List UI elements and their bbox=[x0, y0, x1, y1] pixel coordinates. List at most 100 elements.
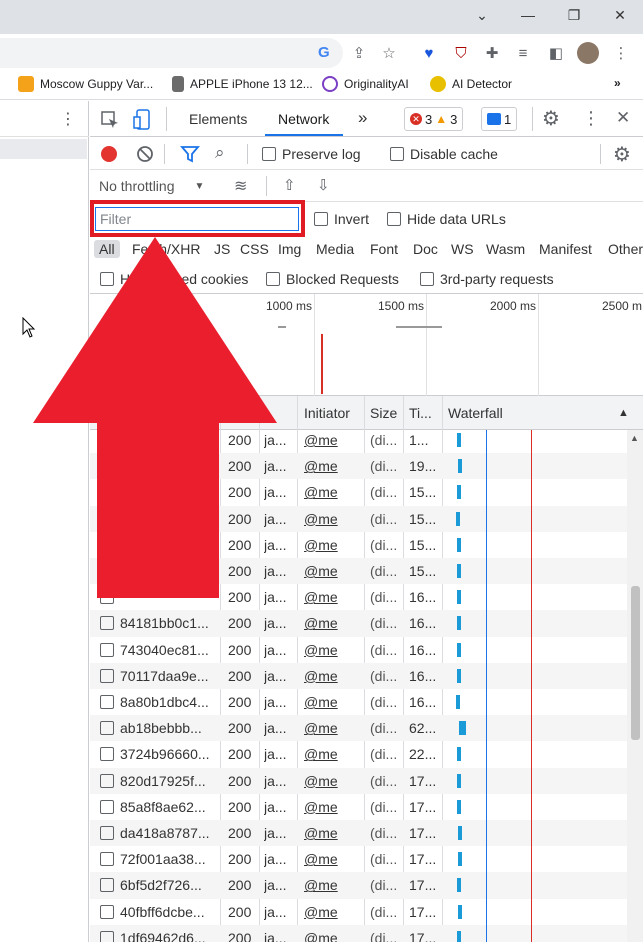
bookmark-item[interactable]: AI Detector bbox=[430, 76, 512, 92]
inspect-element-icon[interactable] bbox=[100, 110, 120, 130]
request-checkbox[interactable] bbox=[100, 773, 114, 788]
request-checkbox[interactable] bbox=[100, 826, 114, 840]
table-row[interactable]: 6bf5d2f726... 200 ja... @me (di... 17... bbox=[90, 872, 630, 899]
column-time[interactable]: Ti... bbox=[409, 405, 432, 421]
request-initiator[interactable]: @me bbox=[304, 458, 338, 474]
record-icon[interactable] bbox=[101, 146, 117, 162]
request-initiator[interactable]: @me bbox=[304, 511, 338, 527]
filter-funnel-icon[interactable] bbox=[180, 145, 200, 163]
checkbox[interactable] bbox=[262, 147, 276, 161]
side-panel-icon[interactable]: ◧ bbox=[545, 42, 567, 64]
scrollbar-thumb[interactable] bbox=[631, 586, 640, 740]
hide-data-urls-checkbox[interactable]: Hide data URLs bbox=[387, 211, 506, 227]
request-checkbox[interactable] bbox=[100, 616, 114, 631]
request-initiator[interactable]: @me bbox=[304, 720, 338, 736]
type-media[interactable]: Media bbox=[316, 241, 354, 257]
search-icon[interactable]: ⌕ bbox=[215, 143, 225, 163]
type-wasm[interactable]: Wasm bbox=[486, 241, 525, 257]
chrome-menu-icon[interactable]: ⋮ bbox=[610, 42, 632, 64]
checkbox[interactable] bbox=[420, 272, 434, 286]
table-row[interactable]: 85a8f8ae62... 200 ja... @me (di... 17... bbox=[90, 794, 630, 820]
table-row[interactable]: 3724b96660... 200 ja... @me (di... 22... bbox=[90, 741, 630, 767]
import-har-icon[interactable]: ⇧ bbox=[283, 176, 296, 194]
table-row[interactable]: 72f001aa38... 200 ja... @me (di... 17... bbox=[90, 846, 630, 872]
avatar[interactable] bbox=[577, 42, 599, 64]
bookmark-item[interactable]: APPLE iPhone 13 12... bbox=[172, 76, 313, 92]
type-other[interactable]: Other bbox=[608, 241, 643, 257]
bookmark-item[interactable]: OriginalityAI bbox=[322, 76, 409, 92]
kebab-menu-icon[interactable]: ⋮ bbox=[60, 109, 76, 129]
table-row[interactable]: ab18bebbb... 200 ja... @me (di... 62... bbox=[90, 715, 630, 742]
google-icon[interactable]: G bbox=[318, 44, 330, 61]
restore-button[interactable]: ❐ bbox=[551, 0, 597, 30]
request-checkbox[interactable] bbox=[100, 878, 114, 893]
type-doc[interactable]: Doc bbox=[413, 241, 438, 257]
export-har-icon[interactable]: ⇩ bbox=[317, 176, 330, 194]
invert-checkbox[interactable]: Invert bbox=[314, 211, 369, 227]
close-devtools-icon[interactable]: ✕ bbox=[616, 108, 630, 128]
request-initiator[interactable]: @me bbox=[304, 563, 338, 579]
table-row[interactable]: 70117daa9e... 200 ja... @me (di... 16... bbox=[90, 662, 630, 689]
disable-cache-checkbox[interactable]: Disable cache bbox=[390, 146, 498, 162]
devtools-menu-icon[interactable]: ⋮ bbox=[582, 108, 600, 129]
request-checkbox[interactable] bbox=[100, 930, 114, 942]
address-bar[interactable]: G bbox=[0, 38, 343, 68]
bookmark-item[interactable]: Moscow Guppy Var... bbox=[18, 76, 153, 92]
request-checkbox[interactable] bbox=[100, 695, 114, 709]
bookmark-star-icon[interactable]: ☆ bbox=[378, 42, 400, 64]
network-settings-gear-icon[interactable]: ⚙ bbox=[613, 142, 631, 167]
request-checkbox[interactable] bbox=[100, 852, 114, 867]
more-tabs-icon[interactable]: » bbox=[358, 108, 367, 128]
table-row[interactable]: 743040ec81... 200 ja... @me (di... 16... bbox=[90, 637, 630, 663]
request-initiator[interactable]: @me bbox=[304, 904, 338, 920]
request-checkbox[interactable] bbox=[100, 721, 114, 736]
request-initiator[interactable]: @me bbox=[304, 615, 338, 631]
request-checkbox[interactable] bbox=[100, 904, 114, 919]
checkbox[interactable] bbox=[314, 212, 328, 226]
request-initiator[interactable]: @me bbox=[304, 589, 338, 605]
throttling-select[interactable]: No throttling ▼ bbox=[99, 178, 204, 194]
preserve-log-checkbox[interactable]: Preserve log bbox=[262, 146, 361, 162]
table-row[interactable]: 1df69462d6... 200 ja... @me (di... 17... bbox=[90, 924, 630, 942]
settings-gear-icon[interactable]: ⚙ bbox=[542, 106, 560, 131]
more-bookmarks-icon[interactable]: » bbox=[614, 76, 621, 90]
request-initiator[interactable]: @me bbox=[304, 668, 338, 684]
request-initiator[interactable]: @me bbox=[304, 537, 338, 553]
tab-network[interactable]: Network bbox=[278, 111, 329, 127]
request-initiator[interactable]: @me bbox=[304, 851, 338, 867]
column-waterfall[interactable]: Waterfall bbox=[448, 405, 503, 421]
ublock-icon[interactable]: ⛉ bbox=[450, 42, 472, 64]
table-row[interactable]: da418a8787... 200 ja... @me (di... 17... bbox=[90, 820, 630, 847]
issues-badge[interactable]: ✕ 3 ▲ 3 bbox=[404, 107, 464, 131]
sort-up-icon[interactable]: ▲ bbox=[618, 407, 629, 419]
device-toolbar-icon[interactable] bbox=[133, 109, 153, 131]
share-icon[interactable]: ⇪ bbox=[348, 42, 370, 64]
media-controls-icon[interactable]: ≡ bbox=[512, 42, 534, 64]
table-row[interactable]: 40fbff6dcbe... 200 ja... @me (di... 17... bbox=[90, 899, 630, 925]
scroll-up-icon[interactable]: ▲ bbox=[630, 433, 639, 443]
network-conditions-icon[interactable]: ≋ bbox=[234, 176, 247, 196]
messages-badge[interactable]: 1 bbox=[481, 107, 518, 131]
request-initiator[interactable]: @me bbox=[304, 432, 338, 448]
request-initiator[interactable]: @me bbox=[304, 930, 338, 942]
request-checkbox[interactable] bbox=[100, 747, 114, 762]
request-initiator[interactable]: @me bbox=[304, 773, 338, 789]
table-row[interactable]: 84181bb0c1... 200 ja... @me (di... 16... bbox=[90, 610, 630, 637]
table-row[interactable]: 8a80b1dbc4... 200 ja... @me (di... 16... bbox=[90, 689, 630, 715]
request-initiator[interactable]: @me bbox=[304, 825, 338, 841]
request-initiator[interactable]: @me bbox=[304, 642, 338, 658]
tab-search-icon[interactable]: ⌄ bbox=[459, 0, 505, 30]
table-row[interactable]: 820d17925f... 200 ja... @me (di... 17... bbox=[90, 767, 630, 794]
minimize-button[interactable]: — bbox=[505, 0, 551, 30]
type-font[interactable]: Font bbox=[370, 241, 398, 257]
blocked-requests-checkbox[interactable]: Blocked Requests bbox=[266, 271, 399, 287]
tab-elements[interactable]: Elements bbox=[189, 111, 247, 127]
checkbox[interactable] bbox=[387, 212, 401, 226]
request-checkbox[interactable] bbox=[100, 668, 114, 683]
third-party-checkbox[interactable]: 3rd-party requests bbox=[420, 271, 554, 287]
type-ws[interactable]: WS bbox=[451, 241, 474, 257]
type-img[interactable]: Img bbox=[278, 241, 301, 257]
checkbox[interactable] bbox=[390, 147, 404, 161]
request-initiator[interactable]: @me bbox=[304, 746, 338, 762]
extensions-puzzle-icon[interactable]: ✚ bbox=[481, 42, 503, 64]
